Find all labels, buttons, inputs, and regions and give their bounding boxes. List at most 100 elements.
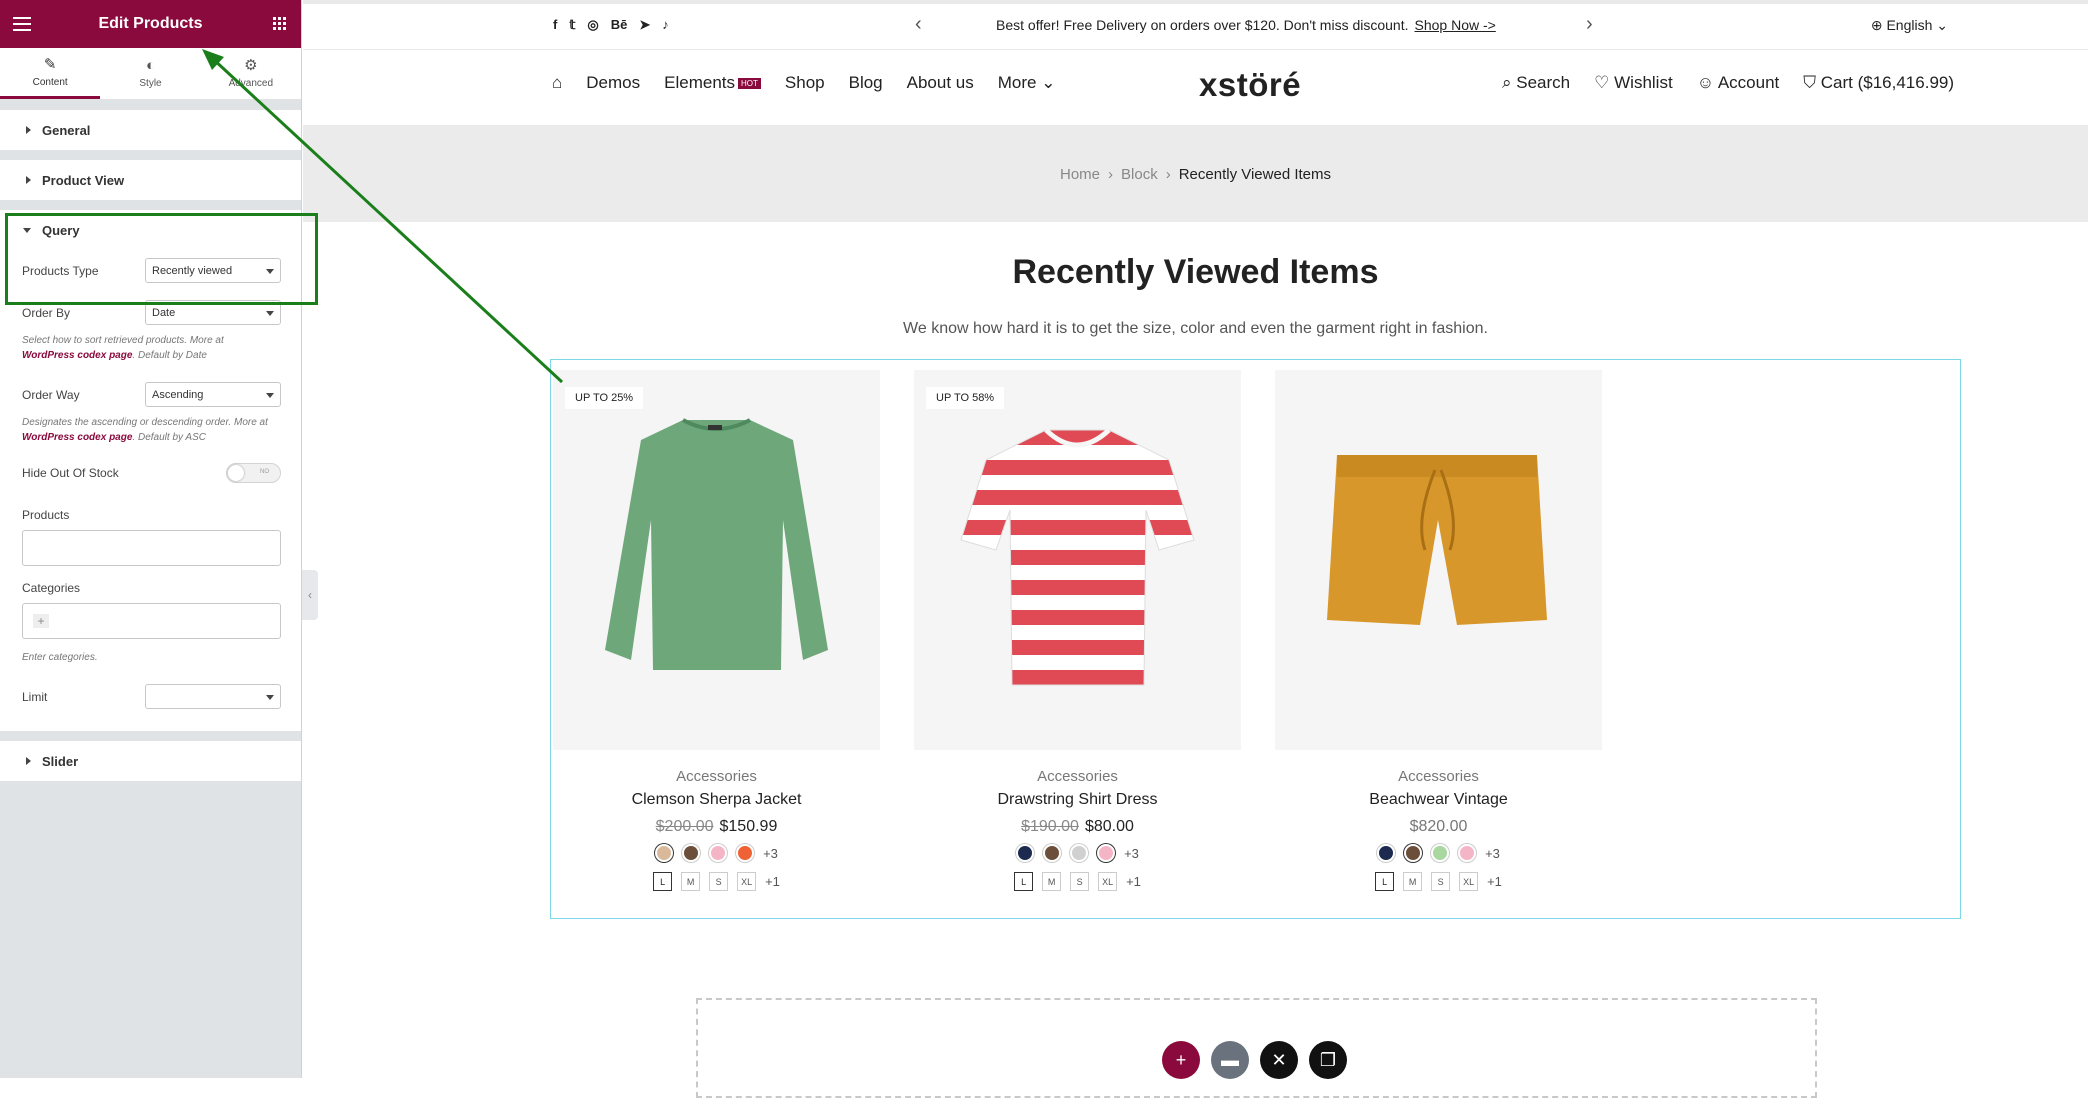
- promo-next-icon[interactable]: ›: [1586, 13, 1593, 36]
- size-option[interactable]: XL: [737, 872, 757, 891]
- shop-now-link[interactable]: Shop Now ->: [1415, 17, 1496, 33]
- language-select[interactable]: ⊕ English ⌄: [1871, 17, 1948, 34]
- tab-label: Style: [139, 78, 162, 89]
- color-swatch[interactable]: [1458, 844, 1477, 862]
- product-image[interactable]: UP TO 58%: [914, 370, 1241, 750]
- size-option[interactable]: S: [709, 872, 729, 891]
- nav-blog[interactable]: Blog: [849, 73, 883, 93]
- account-button[interactable]: ☺ Account: [1697, 73, 1780, 93]
- size-option[interactable]: M: [1042, 872, 1062, 891]
- section-general[interactable]: General: [0, 110, 301, 150]
- product-category[interactable]: Accessories: [1275, 768, 1602, 785]
- hide-oos-toggle[interactable]: NO: [226, 463, 281, 483]
- telegram-icon[interactable]: ➤: [639, 17, 650, 33]
- nav-more[interactable]: More ⌄: [998, 73, 1056, 93]
- add-icon[interactable]: +: [33, 614, 49, 628]
- product-card[interactable]: Accessories Beachwear Vintage $820.00 +3…: [1275, 370, 1602, 891]
- site-logo[interactable]: xstöré: [1199, 66, 1301, 104]
- wishlist-button[interactable]: ♡ Wishlist: [1594, 73, 1673, 93]
- color-swatch[interactable]: [1377, 844, 1396, 862]
- order-way-select[interactable]: Ascending: [145, 382, 281, 407]
- product-image[interactable]: [1275, 370, 1602, 750]
- order-by-select[interactable]: Date: [145, 300, 281, 325]
- color-swatches: +3: [553, 844, 880, 862]
- add-section-button[interactable]: +: [1162, 1041, 1200, 1079]
- section-product-view[interactable]: Product View: [0, 160, 301, 200]
- product-card[interactable]: UP TO 58% Accessories Drawstring Shirt D…: [914, 370, 1241, 891]
- copy-icon[interactable]: ❐: [1309, 1041, 1347, 1079]
- color-swatch[interactable]: [1070, 844, 1089, 862]
- more-sizes[interactable]: +1: [1487, 874, 1502, 889]
- limit-input[interactable]: [145, 684, 281, 709]
- breadcrumb-block[interactable]: Block: [1121, 166, 1158, 183]
- hamburger-icon[interactable]: [13, 17, 31, 35]
- tab-advanced[interactable]: ⚙ Advanced: [201, 48, 301, 99]
- product-card[interactable]: UP TO 25% Accessories Clemson Sherpa Jac…: [553, 370, 880, 891]
- cart-label: Cart ($16,416.99): [1820, 73, 1955, 92]
- instagram-icon[interactable]: ◎: [587, 17, 598, 33]
- nav-demos[interactable]: Demos: [586, 73, 640, 93]
- breadcrumb-home[interactable]: Home: [1060, 166, 1100, 183]
- breadcrumb-current: Recently Viewed Items: [1178, 165, 1331, 183]
- folder-icon[interactable]: ▬: [1211, 1041, 1249, 1079]
- main-nav: ⌂ Demos Elements HOT Shop Blog About us M…: [303, 50, 2088, 126]
- size-option[interactable]: L: [1014, 872, 1034, 891]
- more-colors[interactable]: +3: [763, 846, 778, 861]
- more-sizes[interactable]: +1: [765, 874, 780, 889]
- product-image[interactable]: UP TO 25%: [553, 370, 880, 750]
- categories-input[interactable]: +: [22, 603, 281, 639]
- product-grid: UP TO 25% Accessories Clemson Sherpa Jac…: [550, 359, 1961, 919]
- grid-icon[interactable]: [273, 17, 287, 30]
- color-swatch[interactable]: [1431, 844, 1450, 862]
- color-swatch[interactable]: [655, 844, 674, 862]
- products-input[interactable]: [22, 530, 281, 566]
- dropzone-actions: + ▬ ✕ ❐: [1162, 1041, 1347, 1079]
- tab-style[interactable]: ◐ Style: [100, 48, 200, 99]
- categories-label: Categories: [22, 581, 81, 595]
- codex-link[interactable]: WordPress codex page: [22, 432, 132, 443]
- products-type-select[interactable]: Recently viewed: [145, 258, 281, 283]
- tab-content[interactable]: ✎ Content: [0, 48, 101, 99]
- behance-icon[interactable]: Bē: [611, 17, 628, 33]
- product-category[interactable]: Accessories: [914, 768, 1241, 785]
- product-name[interactable]: Beachwear Vintage: [1275, 791, 1602, 809]
- cart-button[interactable]: ⛉ Cart ($16,416.99): [1803, 73, 1954, 93]
- size-option[interactable]: L: [1375, 872, 1395, 891]
- size-option[interactable]: XL: [1098, 872, 1118, 891]
- size-option[interactable]: S: [1431, 872, 1451, 891]
- nav-shop[interactable]: Shop: [785, 73, 825, 93]
- nav-label: Elements: [664, 73, 736, 92]
- product-category[interactable]: Accessories: [553, 768, 880, 785]
- twitter-icon[interactable]: 𝕥: [569, 17, 575, 33]
- tiktok-icon[interactable]: ♪: [662, 17, 669, 33]
- promo-prev-icon[interactable]: ‹: [915, 13, 922, 36]
- more-colors[interactable]: +3: [1485, 846, 1500, 861]
- color-swatch[interactable]: [682, 844, 701, 862]
- size-option[interactable]: M: [681, 872, 701, 891]
- more-colors[interactable]: +3: [1124, 846, 1139, 861]
- product-name[interactable]: Clemson Sherpa Jacket: [553, 791, 880, 809]
- nav-about[interactable]: About us: [907, 73, 974, 93]
- product-name[interactable]: Drawstring Shirt Dress: [914, 791, 1241, 809]
- color-swatch[interactable]: [709, 844, 728, 862]
- more-sizes[interactable]: +1: [1126, 874, 1141, 889]
- color-swatch[interactable]: [1097, 844, 1116, 862]
- nav-elements[interactable]: Elements HOT: [664, 73, 761, 93]
- size-option[interactable]: S: [1070, 872, 1090, 891]
- color-swatch[interactable]: [1404, 844, 1423, 862]
- size-option[interactable]: XL: [1459, 872, 1479, 891]
- section-query[interactable]: Query: [0, 210, 301, 250]
- x-logo-icon[interactable]: ✕: [1260, 1041, 1298, 1079]
- facebook-icon[interactable]: f: [553, 17, 557, 33]
- color-swatch[interactable]: [736, 844, 755, 862]
- order-way-label: Order Way: [22, 387, 80, 402]
- size-option[interactable]: L: [653, 872, 673, 891]
- home-icon[interactable]: ⌂: [552, 73, 562, 93]
- color-swatch[interactable]: [1043, 844, 1062, 862]
- search-button[interactable]: ⌕ Search: [1502, 73, 1570, 93]
- size-option[interactable]: M: [1403, 872, 1423, 891]
- codex-link[interactable]: WordPress codex page: [22, 350, 132, 361]
- section-slider[interactable]: Slider: [0, 741, 301, 781]
- color-swatch[interactable]: [1016, 844, 1035, 862]
- product-price: $190.00 $80.00: [914, 818, 1241, 836]
